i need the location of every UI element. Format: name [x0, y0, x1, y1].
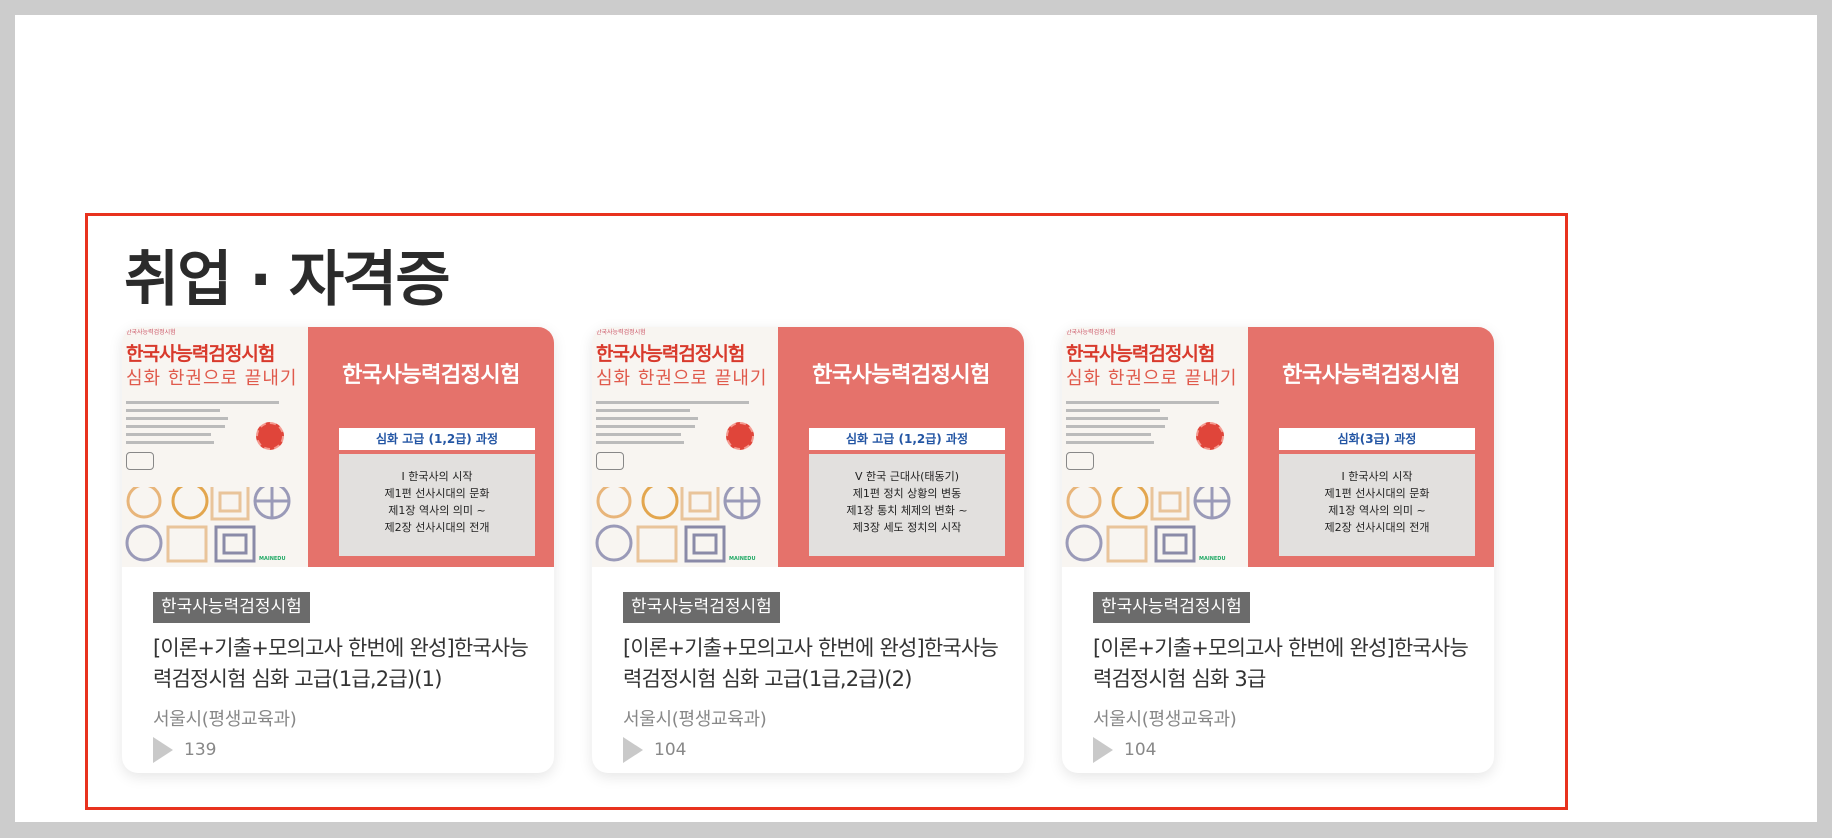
- publisher-logo: MAINEDU: [729, 556, 756, 562]
- book-cover-info: 한국사능력검정시험 심화 고급 (1,2급) 과정 Ⅴ 한국 근대사(태동기) …: [778, 327, 1024, 567]
- play-icon: [623, 737, 643, 763]
- toc-line: 제1장 역사의 의미 ~: [1328, 504, 1426, 517]
- cover-small-text: 한국사능력검정시험: [596, 329, 646, 336]
- course-card[interactable]: 한국사능력검정시험 한국사능력검정시험 심화 한권으로 끝내기 MAINEDU …: [592, 327, 1024, 773]
- cover-small-text: 한국사능력검정시험: [126, 329, 176, 336]
- view-count-value: 104: [654, 740, 687, 760]
- cover-subtitle: 심화 한권으로 끝내기: [596, 368, 768, 389]
- book-cover-front: 한국사능력검정시험 한국사능력검정시험 심화 한권으로 끝내기 MAINEDU: [1062, 327, 1248, 567]
- book-cover-front: 한국사능력검정시험 한국사능력검정시험 심화 한권으로 끝내기 MAINEDU: [592, 327, 778, 567]
- pattern-art-icon: [595, 487, 761, 563]
- toc-line: 제1장 역사의 의미 ~: [388, 504, 486, 517]
- cover-label-box: [1066, 452, 1094, 470]
- table-of-contents: Ⅰ 한국사의 시작 제1편 선사시대의 문화 제1장 역사의 의미 ~ 제2장 …: [1279, 454, 1475, 556]
- view-count: 104: [1093, 737, 1156, 763]
- course-title-link[interactable]: [이론+기출+모의고사 한번에 완성]한국사능력검정시험 심화 3급: [1093, 633, 1473, 695]
- course-card[interactable]: 한국사능력검정시험 한국사능력검정시험 심화 한권으로 끝내기 MAINEDU …: [122, 327, 554, 773]
- publisher-logo: MAINEDU: [259, 556, 286, 562]
- pattern-art-icon: [125, 487, 291, 563]
- course-card[interactable]: 한국사능력검정시험 한국사능력검정시험 심화 한권으로 끝내기 MAINEDU …: [1062, 327, 1494, 773]
- cover-badge-icon: [1196, 422, 1224, 450]
- cover-badge-icon: [256, 422, 284, 450]
- course-thumbnail[interactable]: 한국사능력검정시험 한국사능력검정시험 심화 한권으로 끝내기 MAINEDU …: [592, 327, 1024, 567]
- cover-right-title: 한국사능력검정시험: [342, 363, 520, 388]
- toc-line: Ⅰ 한국사의 시작: [1341, 470, 1413, 483]
- section-title: 취업 · 자격증: [124, 245, 451, 315]
- cover-subtitle: 심화 한권으로 끝내기: [1066, 368, 1238, 389]
- book-cover-info: 한국사능력검정시험 심화 고급 (1,2급) 과정 Ⅰ 한국사의 시작 제1편 …: [308, 327, 554, 567]
- view-count: 104: [623, 737, 686, 763]
- category-tag: 한국사능력검정시험: [623, 592, 780, 623]
- cover-right-title: 한국사능력검정시험: [812, 363, 990, 388]
- play-icon: [153, 737, 173, 763]
- book-cover-info: 한국사능력검정시험 심화(3급) 과정 Ⅰ 한국사의 시작 제1편 선사시대의 …: [1248, 327, 1494, 567]
- course-level-label: 심화 고급 (1,2급) 과정: [809, 428, 1005, 450]
- cover-label-box: [596, 452, 624, 470]
- toc-line: 제3장 세도 정치의 시작: [852, 521, 962, 534]
- course-thumbnail[interactable]: 한국사능력검정시험 한국사능력검정시험 심화 한권으로 끝내기 MAINEDU …: [122, 327, 554, 567]
- course-organization: 서울시(평생교육과): [623, 709, 767, 730]
- course-level-label: 심화(3급) 과정: [1279, 428, 1475, 450]
- view-count-value: 104: [1124, 740, 1157, 760]
- toc-line: 제2장 선사시대의 전개: [1324, 521, 1430, 534]
- toc-line: 제2장 선사시대의 전개: [384, 521, 490, 534]
- toc-line: 제1장 통치 체제의 변화 ~: [846, 504, 968, 517]
- cover-right-title: 한국사능력검정시험: [1282, 363, 1460, 388]
- course-organization: 서울시(평생교육과): [1093, 709, 1237, 730]
- cover-label-box: [126, 452, 154, 470]
- toc-line: Ⅴ 한국 근대사(태동기): [854, 470, 960, 483]
- cover-title: 한국사능력검정시험: [126, 343, 275, 365]
- view-count-value: 139: [184, 740, 217, 760]
- play-icon: [1093, 737, 1113, 763]
- book-cover-front: 한국사능력검정시험 한국사능력검정시험 심화 한권으로 끝내기 MAINEDU: [122, 327, 308, 567]
- cover-title: 한국사능력검정시험: [596, 343, 745, 365]
- toc-line: 제1편 선사시대의 문화: [384, 487, 490, 500]
- cover-small-text: 한국사능력검정시험: [1066, 329, 1116, 336]
- category-tag: 한국사능력검정시험: [1093, 592, 1250, 623]
- publisher-logo: MAINEDU: [1199, 556, 1226, 562]
- course-thumbnail[interactable]: 한국사능력검정시험 한국사능력검정시험 심화 한권으로 끝내기 MAINEDU …: [1062, 327, 1494, 567]
- toc-line: 제1편 선사시대의 문화: [1324, 487, 1430, 500]
- course-level-label: 심화 고급 (1,2급) 과정: [339, 428, 535, 450]
- course-title-link[interactable]: [이론+기출+모의고사 한번에 완성]한국사능력검정시험 심화 고급(1급,2급…: [153, 633, 533, 695]
- category-tag: 한국사능력검정시험: [153, 592, 310, 623]
- table-of-contents: Ⅰ 한국사의 시작 제1편 선사시대의 문화 제1장 역사의 의미 ~ 제2장 …: [339, 454, 535, 556]
- course-title-link[interactable]: [이론+기출+모의고사 한번에 완성]한국사능력검정시험 심화 고급(1급,2급…: [623, 633, 1003, 695]
- cover-badge-icon: [726, 422, 754, 450]
- cover-title: 한국사능력검정시험: [1066, 343, 1215, 365]
- cover-subtitle: 심화 한권으로 끝내기: [126, 368, 298, 389]
- toc-line: 제1편 정치 상황의 변동: [852, 487, 962, 500]
- view-count: 139: [153, 737, 216, 763]
- toc-line: Ⅰ 한국사의 시작: [401, 470, 473, 483]
- course-organization: 서울시(평생교육과): [153, 709, 297, 730]
- table-of-contents: Ⅴ 한국 근대사(태동기) 제1편 정치 상황의 변동 제1장 통치 체제의 변…: [809, 454, 1005, 556]
- pattern-art-icon: [1065, 487, 1231, 563]
